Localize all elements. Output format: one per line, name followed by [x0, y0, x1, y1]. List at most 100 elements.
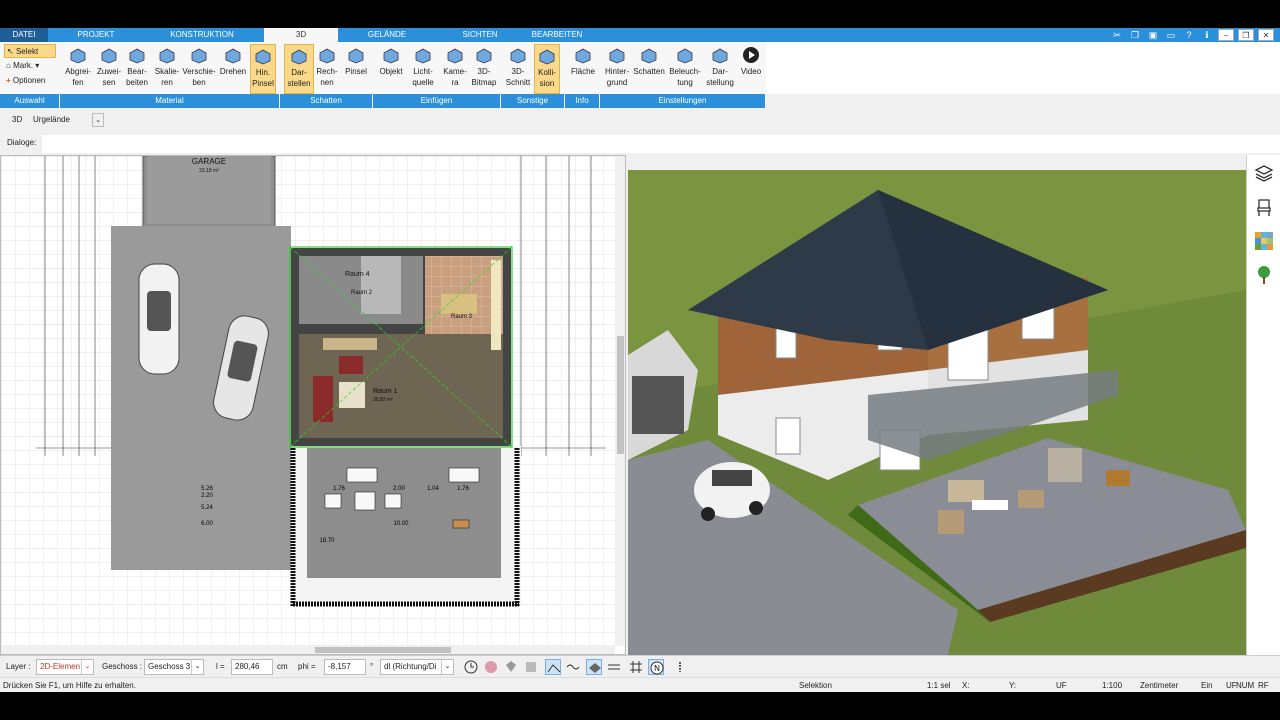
paint-icon[interactable] [523, 659, 539, 675]
tab-projekt[interactable]: PROJEKT [60, 28, 132, 42]
snap-area-icon[interactable] [586, 659, 602, 675]
sofa-left[interactable] [313, 376, 333, 422]
tools-icon[interactable]: ✂ [1110, 29, 1124, 41]
flaeche-label: Fläche [570, 67, 595, 76]
minimize-button[interactable]: – [1218, 29, 1234, 41]
copy-icon[interactable]: ❐ [1128, 29, 1142, 41]
paste-icon[interactable]: ▣ [1146, 29, 1160, 41]
bearbeiten-icon [129, 48, 145, 64]
flaeche-button[interactable]: Fläche [568, 44, 598, 94]
horizontal-scrollbar[interactable] [1, 645, 615, 654]
darstellung-button[interactable]: Dar- stellung [704, 44, 736, 94]
beleuchtung-button[interactable]: Beleuch- tung [668, 44, 702, 94]
more-icon[interactable] [672, 659, 688, 675]
layer-select[interactable]: 2D-Elemen ⌄ [36, 659, 94, 675]
car-top[interactable] [138, 263, 180, 375]
bucket-icon[interactable] [503, 659, 519, 675]
tab-datei[interactable]: DATEI [0, 28, 48, 42]
tab-bearbeiten[interactable]: BEARBEITEN [520, 28, 594, 42]
dialoge-label: Dialoge: [7, 138, 37, 147]
bearbeiten-button[interactable]: Bear- beiten [122, 44, 152, 94]
color-wheel-icon[interactable] [483, 659, 499, 675]
materials-icon[interactable] [1254, 231, 1274, 251]
3d-view[interactable] [628, 170, 1246, 655]
abgreifen-button[interactable]: Abgrei- fen [62, 44, 94, 94]
dim-5: 1.76 [333, 486, 345, 492]
mark-icon: ⌂ [6, 61, 11, 70]
layers-icon[interactable] [1254, 163, 1274, 183]
direction-value: dl (Richtung/Di [384, 662, 437, 671]
hin-pinsel-button[interactable]: Hin. Pinsel [250, 44, 276, 94]
bottom-toolbar: Layer : 2D-Elemen ⌄ Geschoss : Geschoss 3… [0, 655, 1280, 677]
snap-layer-icon[interactable] [606, 659, 622, 675]
dim-7: 1.04 [427, 486, 439, 492]
dim-1: 5.26 [201, 486, 213, 492]
tab-gelaende[interactable]: GELÄNDE [350, 28, 424, 42]
staircase[interactable] [361, 256, 401, 314]
kollision-button[interactable]: Kolli- sion [534, 44, 560, 94]
grid-icon[interactable] [628, 659, 644, 675]
help-icon[interactable]: ? [1182, 29, 1196, 41]
selekt-button[interactable]: ↖ Selekt [4, 44, 56, 58]
objekt-label: Objekt [379, 67, 403, 76]
coffee-table[interactable] [339, 382, 365, 408]
tree-icon[interactable] [1254, 265, 1274, 285]
zuweisen-button[interactable]: Zuwei- sen [94, 44, 124, 94]
phi-input[interactable]: -8,157 [324, 659, 366, 675]
darstellen-icon [291, 49, 307, 65]
window-icon[interactable]: ▭ [1164, 29, 1178, 41]
snap-line-icon[interactable] [545, 659, 561, 675]
chair-icon[interactable] [1254, 197, 1274, 217]
verschieben-label: Verschie- ben [182, 67, 216, 87]
darstellen-button[interactable]: Dar- stellen [284, 44, 314, 94]
length-label: l = [216, 662, 225, 671]
zuweisen-icon [101, 48, 117, 64]
length-input[interactable]: 280,46 [231, 659, 273, 675]
video-button[interactable]: Video [738, 44, 764, 94]
floor-plan-view[interactable]: GARAGE 33,18 m² Raum 4 Raum 2 Raum 3 Rau… [0, 155, 626, 655]
lichtquelle-button[interactable]: Licht- quelle [408, 44, 438, 94]
snap-wave-icon[interactable] [565, 659, 581, 675]
dim-2: 2.20 [201, 493, 213, 499]
chevron-down-icon: ⌄ [441, 660, 453, 674]
drehen-button[interactable]: Drehen [216, 44, 250, 94]
dining-table[interactable] [441, 294, 477, 314]
tab-3d[interactable]: 3D [264, 28, 338, 42]
hintergrund-button[interactable]: Hinter- grund [602, 44, 632, 94]
room-1-label: Raum 1 [373, 388, 398, 395]
direction-select[interactable]: dl (Richtung/Di ⌄ [380, 659, 454, 675]
vertical-scrollbar[interactable] [615, 156, 625, 646]
skalieren-button[interactable]: Skalie- ren [152, 44, 182, 94]
kamera-button[interactable]: Kame- ra [440, 44, 470, 94]
close-button[interactable]: ✕ [1258, 29, 1274, 41]
schatten-button[interactable]: Schatten [632, 44, 666, 94]
floor-plan-canvas[interactable]: GARAGE 33,18 m² Raum 4 Raum 2 Raum 3 Rau… [1, 156, 626, 655]
tab-konstruktion[interactable]: KONSTRUKTION [160, 28, 244, 42]
terrain-select[interactable]: Urgelände ⌄ [30, 113, 104, 129]
rechnen-button[interactable]: Rech- nen [313, 44, 341, 94]
geschoss-select[interactable]: Geschoss 3 ⌄ [144, 659, 204, 675]
optionen-button[interactable]: + Optionen [4, 74, 56, 88]
restore-button[interactable]: ❐ [1238, 29, 1254, 41]
selekt-label: Selekt [15, 47, 39, 56]
3d-bitmap-button[interactable]: 3D- Bitmap [470, 44, 498, 94]
3d-scene[interactable] [628, 170, 1246, 655]
chevron-down-icon: ⌄ [191, 660, 203, 674]
clock-icon[interactable] [463, 659, 479, 675]
objekt-button[interactable]: Objekt [376, 44, 406, 94]
lichtquelle-icon [415, 48, 431, 64]
mark-button[interactable]: ⌂ Mark. ▾ [4, 59, 56, 73]
pinsel-button[interactable]: Pinsel [342, 44, 370, 94]
sofa-top[interactable] [339, 356, 363, 374]
3d-schnitt-button[interactable]: 3D- Schnitt [504, 44, 532, 94]
sideboard[interactable] [323, 338, 377, 350]
verschieben-icon [191, 48, 207, 64]
info-icon[interactable]: ℹ [1200, 29, 1214, 41]
tab-sichten[interactable]: SICHTEN [444, 28, 516, 42]
verschieben-button[interactable]: Verschie- ben [180, 44, 218, 94]
north-icon[interactable]: N [648, 659, 664, 675]
kitchen-counter[interactable] [491, 260, 501, 350]
terrace[interactable] [307, 448, 501, 578]
driveway[interactable] [111, 226, 291, 570]
chevron-down-icon: ⌄ [92, 113, 104, 127]
